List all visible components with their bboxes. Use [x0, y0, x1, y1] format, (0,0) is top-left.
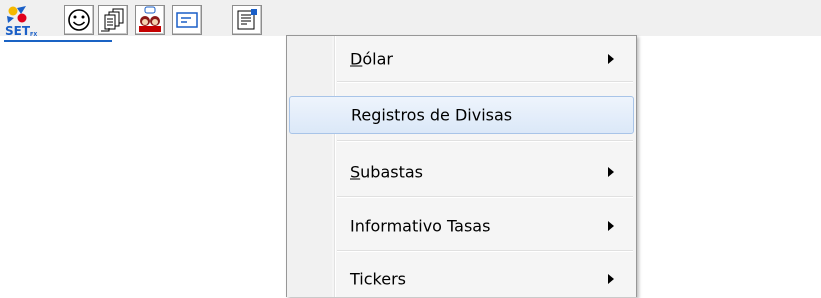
- submenu-arrow-icon: [608, 54, 614, 64]
- menu-item-subastas[interactable]: Subastas: [289, 153, 634, 191]
- set-fx-logo[interactable]: SET FX: [4, 6, 38, 38]
- submenu-arrow-icon: [608, 221, 614, 231]
- menu-item-label: Dólar: [350, 49, 393, 69]
- menu-separator: [337, 140, 633, 142]
- menu-item-informativo-tasas[interactable]: Informativo Tasas: [289, 207, 634, 245]
- message-button[interactable]: [172, 5, 202, 35]
- menu-item-tickers[interactable]: Tickers: [289, 260, 634, 298]
- logo-underline: [4, 40, 112, 42]
- submenu-arrow-icon: [608, 274, 614, 284]
- menu-separator: [337, 250, 633, 252]
- documents-button[interactable]: [98, 5, 128, 35]
- svg-text:SET: SET: [5, 24, 31, 38]
- stacked-documents-icon: [99, 6, 127, 34]
- report-menu-button[interactable]: [232, 5, 262, 35]
- report-menu-icon: [233, 6, 261, 34]
- dropdown-menu: Dólar Registros de Divisas Subastas Info…: [286, 35, 637, 297]
- menu-separator: [337, 196, 633, 198]
- smiley-icon: [65, 6, 93, 34]
- submenu-arrow-icon: [608, 167, 614, 177]
- menu-item-label: Registros de Divisas: [351, 105, 513, 125]
- menu-item-registros-de-divisas[interactable]: Registros de Divisas: [289, 96, 634, 134]
- menu-separator: [337, 81, 633, 83]
- menu-item-label: Informativo Tasas: [350, 216, 491, 236]
- chat-users-button[interactable]: [135, 5, 165, 35]
- message-card-icon: [173, 6, 201, 34]
- menu-item-label: Subastas: [350, 162, 424, 182]
- svg-text:FX: FX: [30, 32, 37, 38]
- menu-item-dolar[interactable]: Dólar: [289, 40, 634, 78]
- users-chat-icon: [136, 6, 164, 34]
- smiley-button[interactable]: [64, 5, 94, 35]
- menu-item-label: Tickers: [350, 269, 406, 289]
